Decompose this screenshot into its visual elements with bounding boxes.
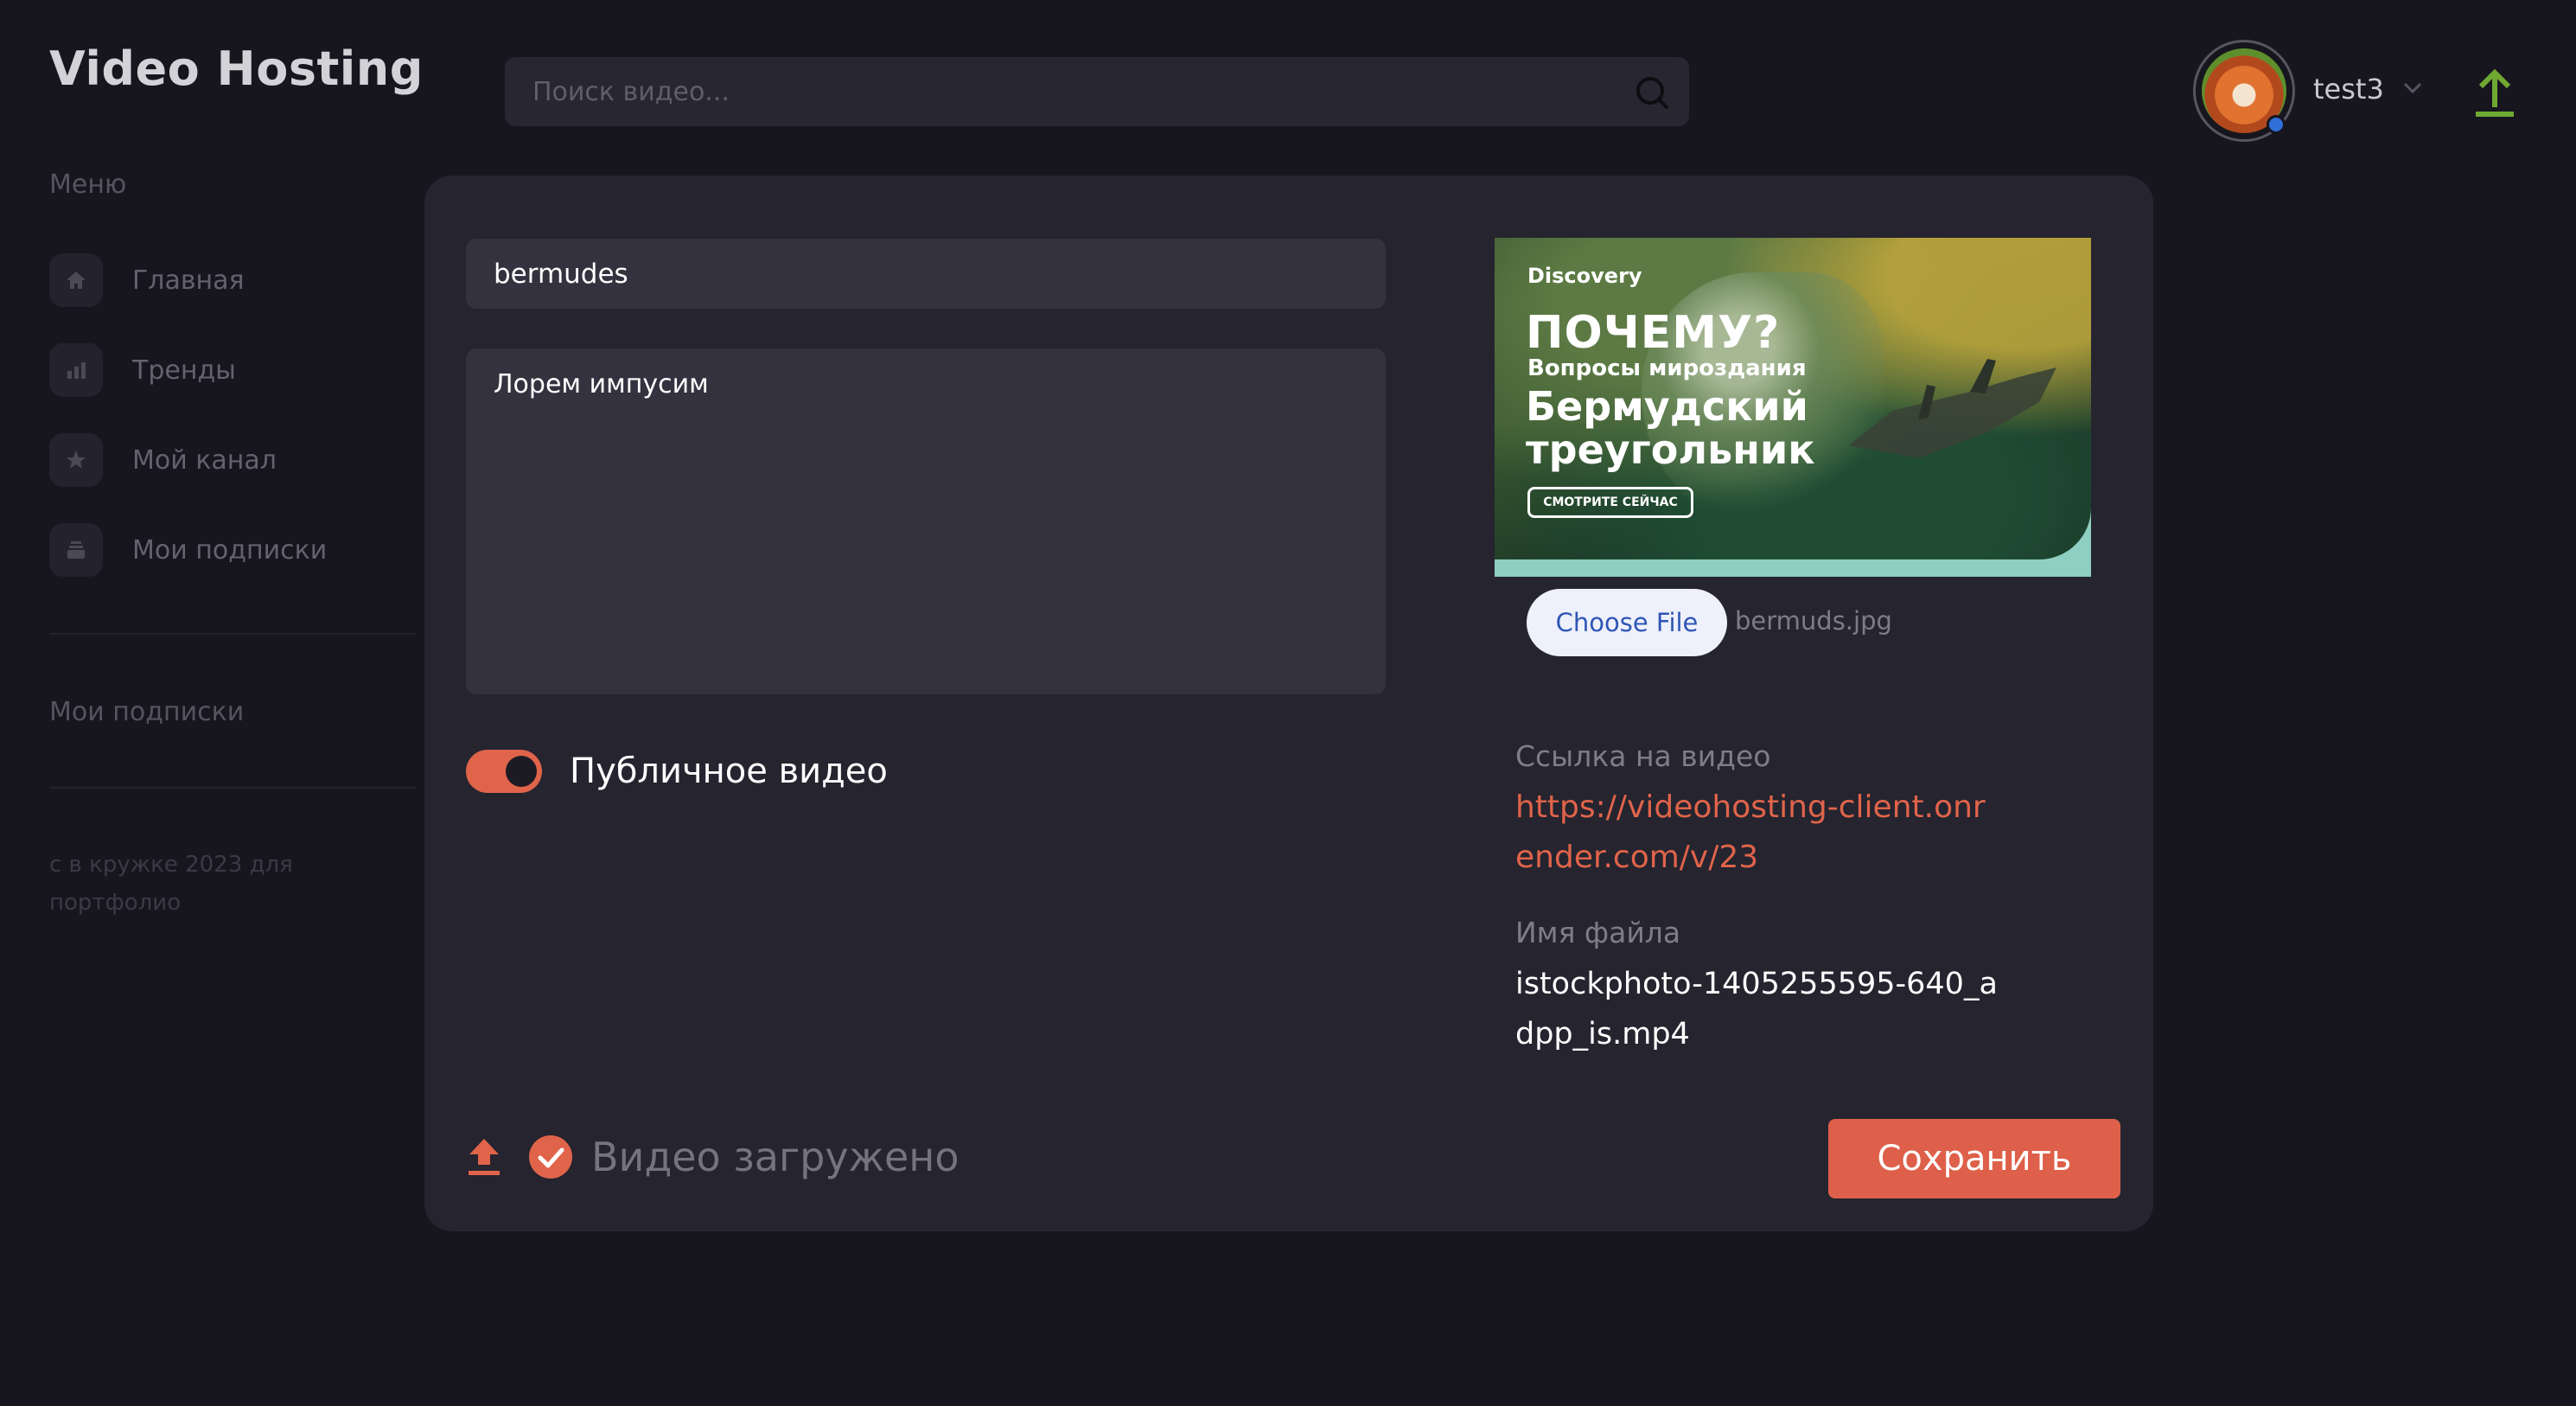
shipwreck-illustration [1849,359,2056,458]
choose-file-button[interactable]: Choose File [1527,589,1727,656]
sidebar-item-home[interactable]: Главная [49,253,412,307]
online-status-dot [2267,115,2286,134]
thumbnail-title: Бермудский треугольник [1526,383,1815,473]
app-logo[interactable]: Video Hosting [49,42,424,96]
sidebar-item-subscriptions[interactable]: Мои подписки [49,523,412,577]
star-icon [49,433,103,487]
search-bar [505,57,1689,126]
chart-icon [49,343,103,397]
sidebar-item-label: Мой канал [132,444,277,476]
video-edit-card: Лорем импусим Публичное видео Discovery … [424,176,2153,1231]
sidebar-item-label: Тренды [132,355,236,386]
thumbnail-brand: Discovery [1527,264,1642,288]
thumbnail-image: Discovery ПОЧЕМУ? Вопросы мироздания Бер… [1495,238,2091,559]
home-icon [49,253,103,307]
upload-status-text: Видео загружено [591,1134,960,1180]
sidebar-item-label: Мои подписки [132,534,328,566]
public-toggle[interactable] [466,750,542,793]
sidebar-item-trends[interactable]: Тренды [49,343,412,397]
thumbnail-headline: ПОЧЕМУ? [1526,307,1781,359]
subscriptions-icon [49,523,103,577]
toggle-knob [506,756,537,787]
sidebar-item-my-channel[interactable]: Мой канал [49,433,412,487]
video-title-input[interactable] [466,239,1386,309]
search-input[interactable] [532,57,1596,126]
upload-icon[interactable] [2472,66,2517,118]
thumbnail-subheadline: Вопросы мироздания [1527,355,1807,381]
thumbnail-preview: Discovery ПОЧЕМУ? Вопросы мироздания Бер… [1495,238,2091,577]
sidebar-divider [49,633,416,635]
avatar[interactable] [2193,40,2295,142]
chevron-down-icon[interactable] [2401,80,2424,96]
chosen-file-name: bermuds.jpg [1735,606,1892,636]
video-edit-page: Video Hosting test3 Меню Главная Тренды [0,0,2576,1406]
filename-value: istockphoto-1405255595-640_adpp_is.mp4 [1515,967,1998,1051]
public-toggle-label: Публичное видео [570,751,888,791]
search-icon[interactable] [1634,74,1670,111]
sidebar-divider [49,787,416,789]
video-link-label: Ссылка на видео [1515,739,1771,773]
video-link[interactable]: https://videohosting-client.onrender.com… [1515,783,1999,883]
upload-icon[interactable] [466,1135,502,1179]
sidebar-item-label: Главная [132,265,245,296]
save-button[interactable]: Сохранить [1828,1119,2120,1198]
filename-label: Имя файла [1515,916,1681,949]
thumbnail-cta: СМОТРИТЕ СЕЙЧАС [1527,487,1693,518]
footer-note: с в кружке 2023 для портфолио [49,852,293,916]
check-circle-icon [529,1135,572,1179]
video-description-input[interactable]: Лорем импусим [466,348,1386,694]
subscriptions-title: Мои подписки [49,697,245,727]
username[interactable]: test3 [2313,73,2384,105]
menu-title: Меню [49,169,127,200]
